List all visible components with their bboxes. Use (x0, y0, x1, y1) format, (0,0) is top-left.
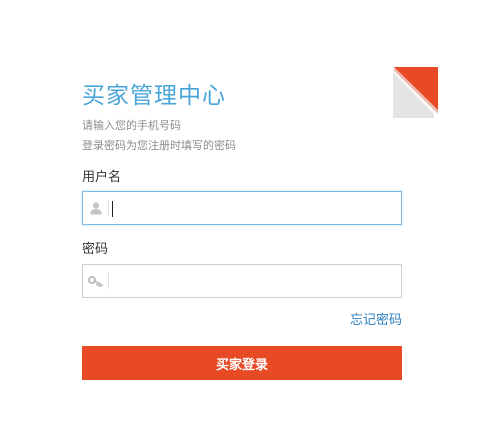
buyer-login-button[interactable]: 买家登录 (82, 346, 402, 380)
password-field-divider (108, 273, 109, 289)
page-title: 买家管理中心 (82, 83, 226, 109)
username-field[interactable] (82, 191, 402, 225)
forgot-password-link[interactable]: 忘记密码 (350, 313, 402, 329)
username-input[interactable] (111, 196, 397, 220)
key-icon (83, 265, 108, 297)
corner-badge-icon (390, 66, 440, 120)
password-input[interactable] (111, 269, 397, 293)
user-icon (83, 192, 108, 224)
username-label: 用户名 (82, 170, 122, 185)
text-caret (112, 201, 113, 217)
phone-hint-text: 请输入您的手机号码 (82, 119, 181, 132)
password-label: 密码 (82, 242, 109, 257)
password-field[interactable] (82, 264, 402, 298)
password-hint-text: 登录密码为您注册时填写的密码 (82, 139, 236, 152)
username-field-divider (108, 200, 109, 216)
